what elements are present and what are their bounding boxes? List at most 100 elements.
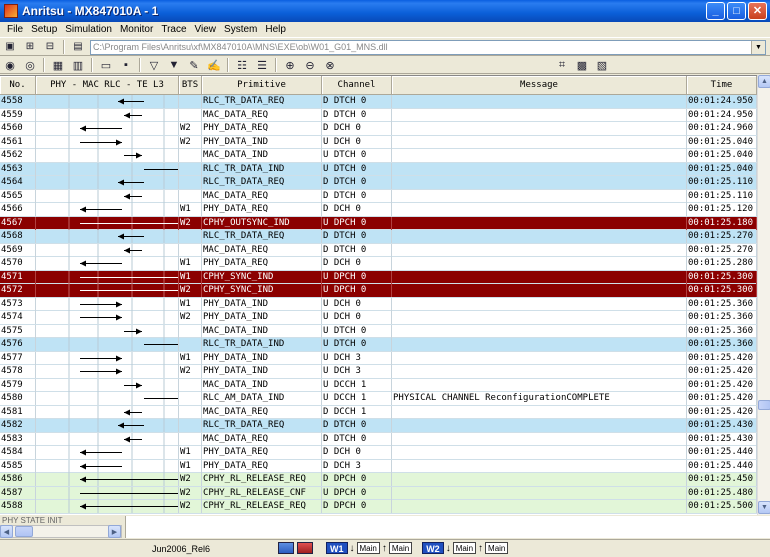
connect-icon[interactable]: ⊟: [42, 40, 58, 54]
columns-icon[interactable]: ☷: [234, 58, 250, 72]
table-row[interactable]: 4580 RLC_AM_DATA_IND U DCCH 1 PHYSICAL CHAN…: [0, 392, 757, 406]
open-folder-icon[interactable]: ▭: [98, 58, 114, 72]
cell-primitive: MAC_DATA_IND: [202, 149, 322, 162]
menu-file[interactable]: File: [3, 24, 27, 35]
table-row[interactable]: 4566 W1 PHY_DATA_REQ D DCH 0 00:01:25.120: [0, 203, 757, 217]
table-row[interactable]: 4558 RLC_TR_DATA_REQ D DTCH 0 00:01:24.950: [0, 95, 757, 109]
table-row[interactable]: 4573 W1 PHY_DATA_IND U DCH 0 00:01:25.360: [0, 297, 757, 311]
table-row[interactable]: 4583 MAC_DATA_REQ D DTCH 0 00:01:25.430: [0, 432, 757, 446]
w2-main-down[interactable]: Main: [452, 542, 477, 554]
table-row[interactable]: 4581 MAC_DATA_REQ D DCCH 1 00:01:25.420: [0, 405, 757, 419]
table-row[interactable]: 4570 W1 PHY_DATA_REQ D DCH 0 00:01:25.280: [0, 257, 757, 271]
table-row[interactable]: 4587 W2 CPHY_RL_RELEASE_CNF U DPCH 0 00:01:2…: [0, 486, 757, 500]
dll-icon[interactable]: ▤: [70, 40, 86, 54]
flow-arrowhead: [136, 328, 142, 334]
scroll-down-icon[interactable]: ▼: [758, 501, 770, 514]
network-icon[interactable]: ⊞: [22, 40, 38, 54]
table-row[interactable]: 4577 W1 PHY_DATA_IND U DCH 3 00:01:25.420: [0, 351, 757, 365]
table-row[interactable]: 4571 W1 CPHY_SYNC_IND U DPCH 0 00:01:25.300: [0, 270, 757, 284]
vertical-scrollbar[interactable]: ▲ ▼: [757, 75, 770, 515]
table-row[interactable]: 4560 W2 PHY_DATA_REQ D DCH 0 00:01:24.960: [0, 122, 757, 136]
cell-no: 4582: [0, 419, 36, 432]
filter-icon[interactable]: ▽: [146, 58, 162, 72]
table-row[interactable]: 4568 RLC_TR_DATA_REQ D DTCH 0 00:01:25.270: [0, 230, 757, 244]
menu-view[interactable]: View: [191, 24, 221, 35]
flow-arrowhead: [136, 152, 142, 159]
header-no[interactable]: No.: [0, 76, 36, 95]
table-row[interactable]: 4576 RLC_TR_DATA_IND U DTCH 0 00:01:25.360: [0, 338, 757, 352]
cell-channel: U DTCH 0: [322, 149, 392, 162]
find-icon[interactable]: ⊕: [282, 58, 298, 72]
header-time[interactable]: Time: [687, 76, 757, 95]
scroll-thumb[interactable]: [758, 400, 770, 410]
table-row[interactable]: 4574 W2 PHY_DATA_IND U DCH 0 00:01:25.360: [0, 311, 757, 325]
scroll-left-icon[interactable]: ◀: [0, 525, 13, 538]
table-row[interactable]: 4563 RLC_TR_DATA_IND U DTCH 0 00:01:25.040: [0, 162, 757, 176]
header-primitive[interactable]: Primitive: [202, 76, 322, 95]
w2-tag[interactable]: W2: [422, 542, 444, 554]
horizontal-scrollbar[interactable]: ◀ ▶: [0, 525, 122, 538]
chart-icon[interactable]: ☰: [254, 58, 270, 72]
menu-trace[interactable]: Trace: [157, 24, 190, 35]
header-channel[interactable]: Channel: [322, 76, 392, 95]
start-icon[interactable]: ◉: [2, 58, 18, 72]
table-row[interactable]: 4578 W2 PHY_DATA_IND U DCH 3 00:01:25.420: [0, 365, 757, 379]
minimize-button[interactable]: _: [706, 2, 725, 20]
table-row[interactable]: 4575 MAC_DATA_IND U DTCH 0 00:01:25.360: [0, 324, 757, 338]
table-row[interactable]: 4579 MAC_DATA_IND U DCCH 1 00:01:25.420: [0, 378, 757, 392]
table-row[interactable]: 4572 W2 CPHY_SYNC_IND U DPCH 0 00:01:25.300: [0, 284, 757, 298]
app-icon[interactable]: [4, 4, 18, 18]
w2-main-up[interactable]: Main: [485, 542, 509, 554]
write-icon[interactable]: ✍: [206, 58, 222, 72]
scroll-right-icon[interactable]: ▶: [108, 525, 121, 538]
scroll-up-icon[interactable]: ▲: [758, 75, 770, 88]
header-bts[interactable]: BTS: [179, 76, 202, 95]
find-prev-icon[interactable]: ⊖: [302, 58, 318, 72]
table-row[interactable]: 4585 W1 PHY_DATA_REQ D DCH 3 00:01:25.440: [0, 459, 757, 473]
menu-system[interactable]: System: [220, 24, 261, 35]
w1-main-up[interactable]: Main: [388, 542, 413, 554]
table-row[interactable]: 4562 MAC_DATA_IND U DTCH 0 00:01:25.040: [0, 149, 757, 163]
find-next-icon[interactable]: ⊗: [322, 58, 338, 72]
stop-icon[interactable]: ◎: [22, 58, 38, 72]
hscroll-thumb[interactable]: [15, 526, 33, 537]
menu-monitor[interactable]: Monitor: [116, 24, 157, 35]
monitor-icon[interactable]: ▣: [2, 40, 18, 54]
flow-arrowhead: [116, 301, 122, 307]
w1-tag[interactable]: W1: [326, 542, 348, 554]
table-row[interactable]: 4582 RLC_TR_DATA_REQ D DTCH 0 00:01:25.430: [0, 419, 757, 433]
close-button[interactable]: ✕: [748, 2, 767, 20]
save-icon[interactable]: ▪: [118, 58, 134, 72]
table-row[interactable]: 4564 RLC_TR_DATA_REQ D DTCH 0 00:01:25.110: [0, 176, 757, 190]
cell-time: 00:01:25.040: [687, 149, 757, 162]
cell-primitive: MAC_DATA_REQ: [202, 189, 322, 203]
menu-help[interactable]: Help: [261, 24, 290, 35]
header-flow[interactable]: PHY - MAC RLC - TE L3: [36, 76, 179, 95]
maximize-button[interactable]: □: [727, 2, 746, 20]
menu-setup[interactable]: Setup: [27, 24, 61, 35]
grid-icon[interactable]: ▦: [50, 58, 66, 72]
edit-icon[interactable]: ✎: [186, 58, 202, 72]
dll-path-combo[interactable]: C:\Program Files\Anritsu\xf\MX847010A\MN…: [90, 40, 766, 55]
table-row[interactable]: 4588 W2 CPHY_RL_RELEASE_REQ D DPCH 0 00:01:2…: [0, 500, 757, 514]
arrow-up-icon: ↑: [381, 542, 387, 554]
table-row[interactable]: 4561 W2 PHY_DATA_IND U DCH 0 00:01:25.040: [0, 135, 757, 149]
zoom-icon[interactable]: ⌗: [554, 58, 570, 72]
split-icon[interactable]: ▧: [594, 58, 610, 72]
cell-bts: W2: [179, 311, 202, 324]
detail-pane[interactable]: [125, 516, 770, 538]
menu-simulation[interactable]: Simulation: [61, 24, 116, 35]
chevron-down-icon[interactable]: ▼: [751, 41, 765, 54]
table-row[interactable]: 4569 MAC_DATA_REQ D DTCH 0 00:01:25.270: [0, 243, 757, 257]
table-row[interactable]: 4567 W2 CPHY_OUTSYNC_IND U DPCH 0 00:01:25.1…: [0, 216, 757, 230]
w1-main-down[interactable]: Main: [356, 542, 380, 554]
layout-icon[interactable]: ▩: [574, 58, 590, 72]
table-row[interactable]: 4586 W2 CPHY_RL_RELEASE_REQ D DPCH 0 00:01:2…: [0, 473, 757, 487]
table-row[interactable]: 4584 W1 PHY_DATA_REQ D DCH 0 00:01:25.440: [0, 446, 757, 460]
table-row[interactable]: 4565 MAC_DATA_REQ D DTCH 0 00:01:25.110: [0, 189, 757, 203]
header-message[interactable]: Message: [392, 76, 687, 95]
cell-flow: [36, 297, 179, 311]
list-icon[interactable]: ▥: [70, 58, 86, 72]
funnel-icon[interactable]: ▼: [166, 58, 182, 72]
table-row[interactable]: 4559 MAC_DATA_REQ D DTCH 0 00:01:24.950: [0, 108, 757, 122]
